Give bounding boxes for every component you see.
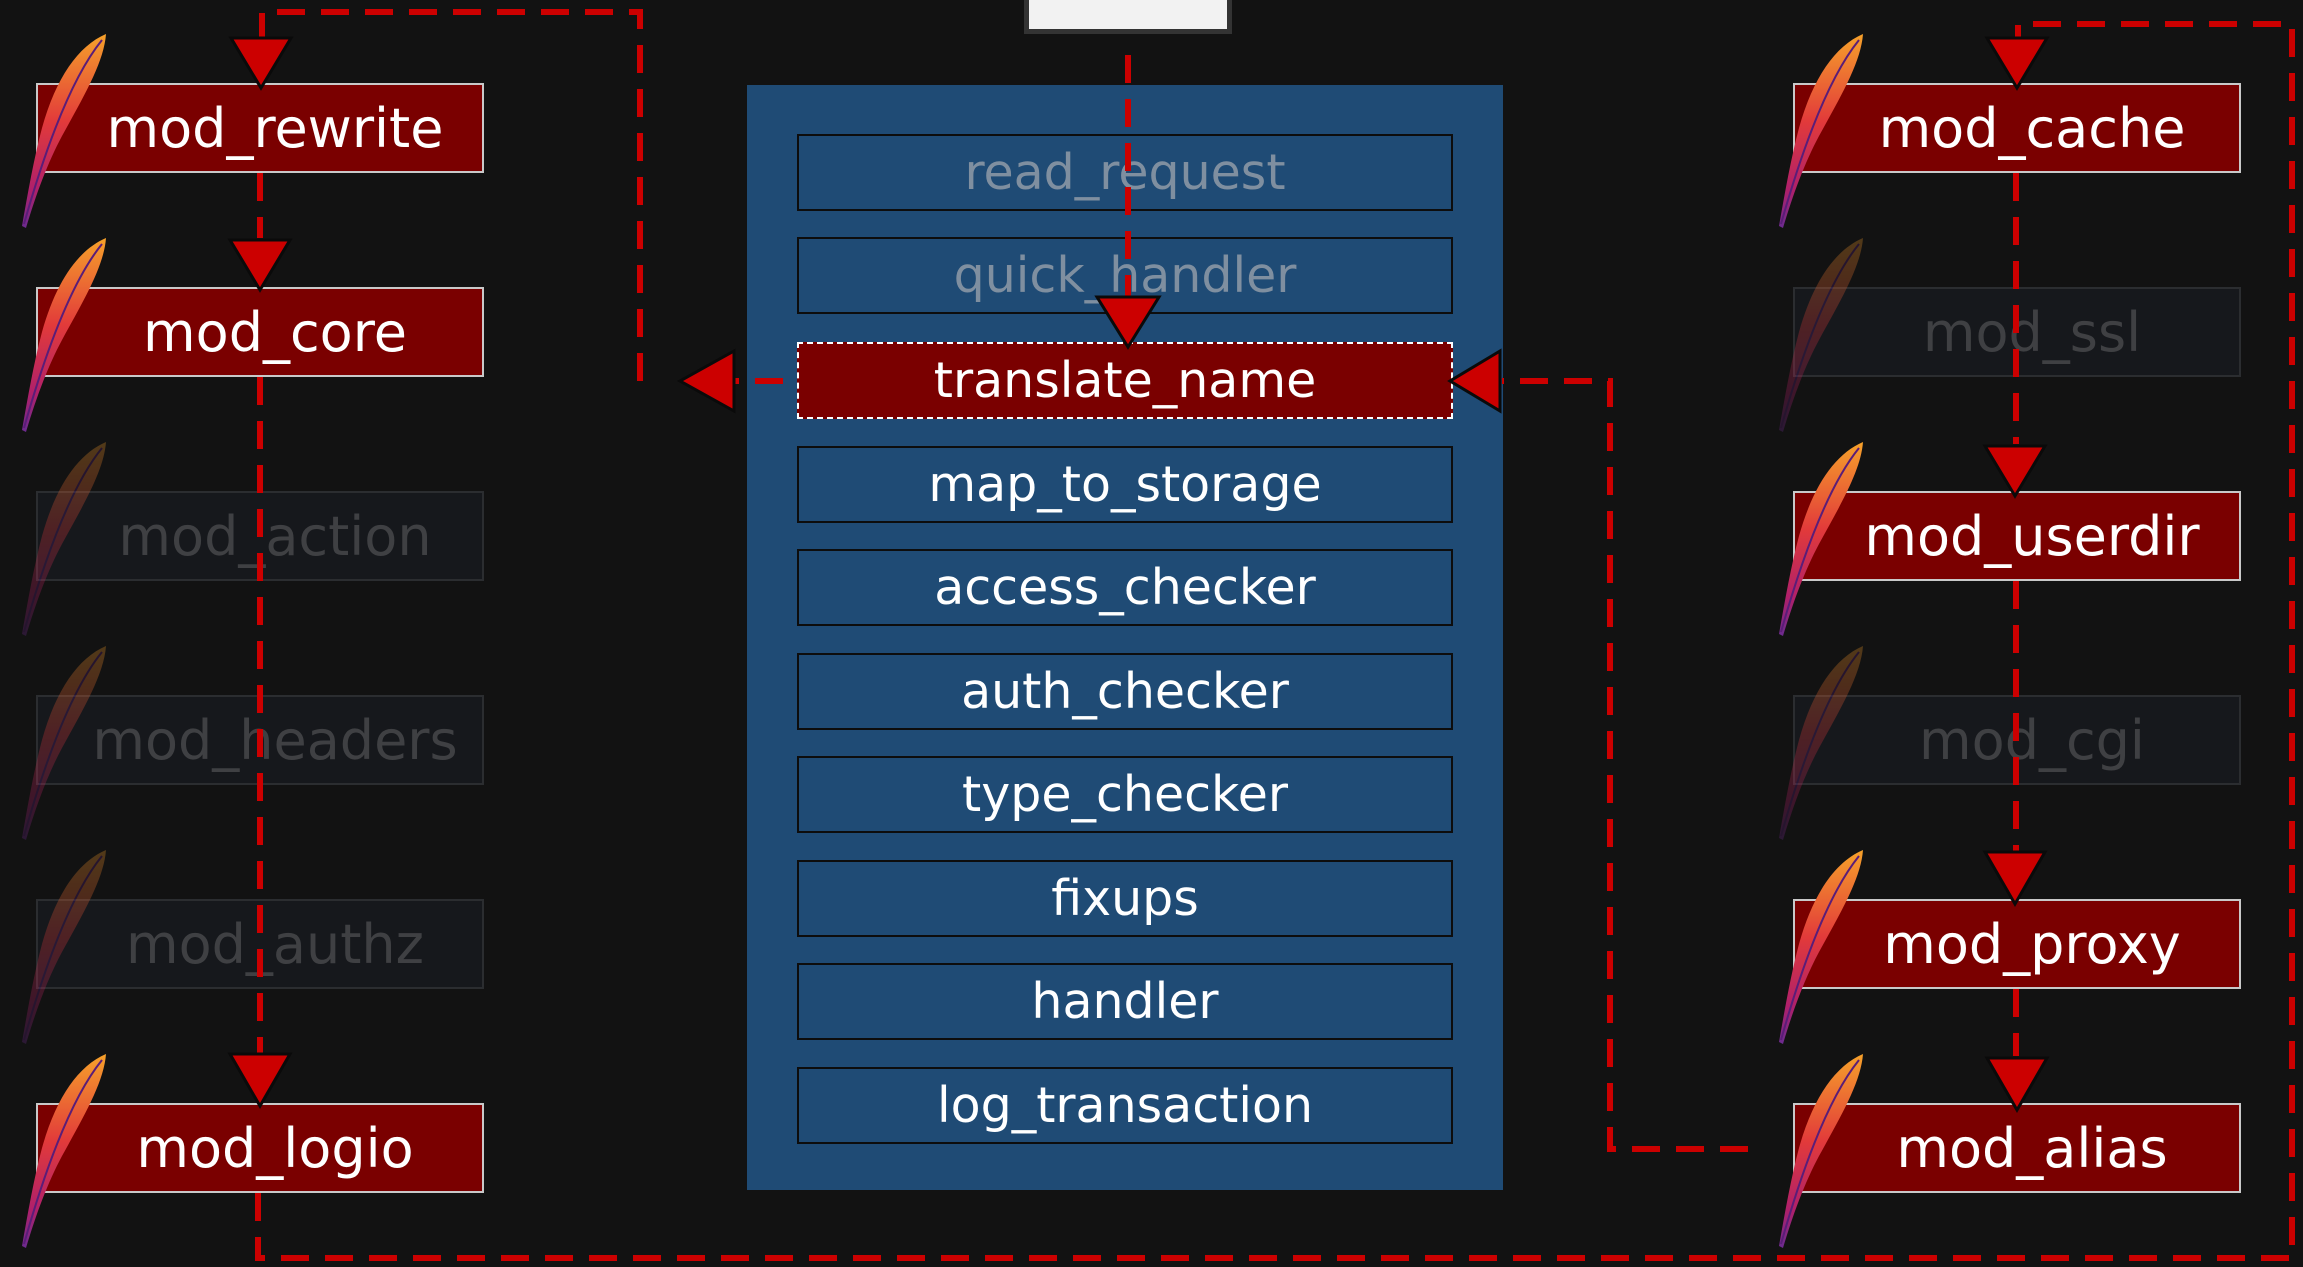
arrowhead	[676, 348, 736, 414]
arrowhead	[1984, 1056, 2050, 1114]
arrowhead	[1447, 348, 1502, 414]
connector-bottom-loop	[255, 21, 2295, 1261]
connector-layer	[227, 9, 2295, 1261]
arrowhead	[1984, 36, 2050, 91]
connector-left-top	[259, 9, 643, 381]
arrowhead	[227, 238, 293, 293]
apache-hook-diagram: read_request quick_handler translate_nam…	[0, 0, 2303, 1267]
arrowhead	[227, 1052, 293, 1110]
arrowhead	[1094, 295, 1162, 350]
arrowhead	[228, 36, 294, 91]
arrowhead	[1982, 444, 2048, 499]
connector-alias-return	[1502, 378, 1748, 1152]
arrowhead	[1982, 850, 2048, 908]
